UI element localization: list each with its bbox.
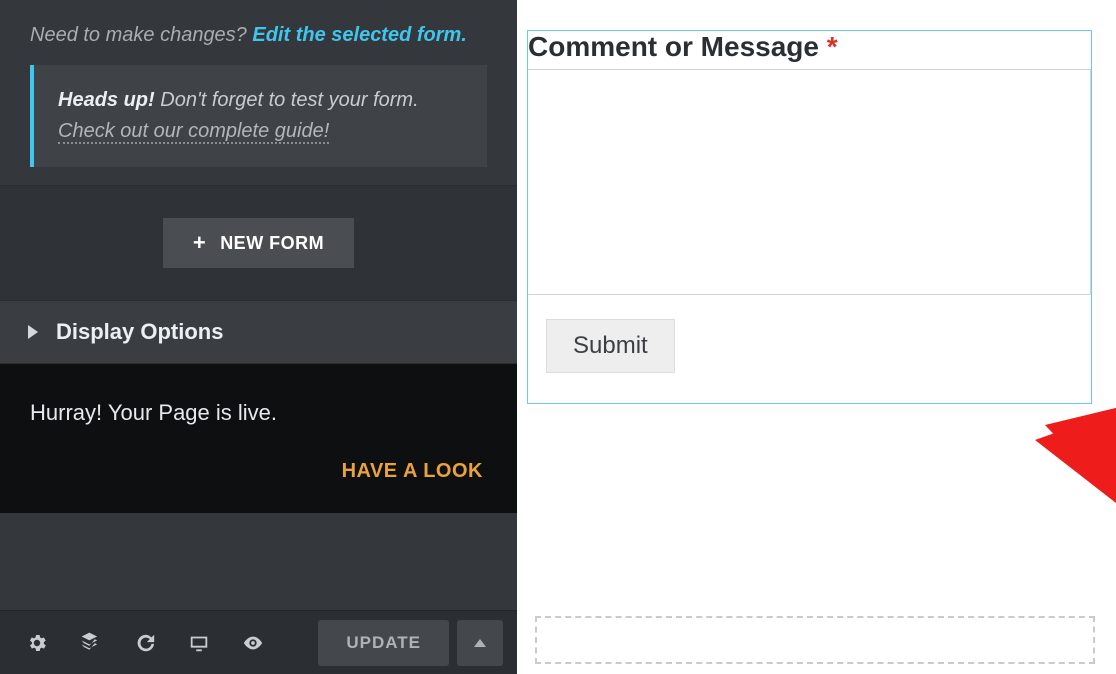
- heads-up-strong: Heads up!: [58, 89, 155, 111]
- heads-up-text: Don't forget to test your form.: [160, 89, 418, 111]
- display-options-label: Display Options: [56, 319, 223, 345]
- edit-form-link[interactable]: Edit the selected form.: [252, 24, 467, 46]
- new-form-label: NEW FORM: [220, 233, 324, 254]
- field-label-text: Comment or Message: [528, 31, 819, 62]
- display-options-toggle[interactable]: Display Options: [0, 300, 517, 364]
- update-button[interactable]: UPDATE: [318, 620, 449, 666]
- field-label: Comment or Message *: [528, 31, 1091, 69]
- have-a-look-link[interactable]: HAVE A LOOK: [30, 460, 487, 483]
- caret-right-icon: [28, 325, 38, 339]
- plus-icon: +: [193, 232, 206, 254]
- form-field-selected[interactable]: Comment or Message * Submit: [527, 30, 1092, 404]
- editor-canvas: Comment or Message * Submit: [517, 0, 1116, 674]
- eye-icon[interactable]: [230, 620, 276, 666]
- submit-button[interactable]: Submit: [546, 319, 675, 373]
- sidebar-bottom-bar: UPDATE: [0, 610, 517, 674]
- history-icon[interactable]: [122, 620, 168, 666]
- sidebar-spacer: [0, 513, 517, 610]
- new-form-section: + NEW FORM: [0, 185, 517, 300]
- widget-drop-zone[interactable]: [535, 616, 1095, 664]
- heads-up-guide-link[interactable]: Check out our complete guide!: [58, 120, 329, 144]
- page-live-text: Hurray! Your Page is live.: [30, 400, 487, 426]
- new-form-button[interactable]: + NEW FORM: [163, 218, 354, 268]
- editor-sidebar: Need to make changes? Edit the selected …: [0, 0, 517, 674]
- caret-up-icon: [474, 639, 486, 647]
- page-live-notice: Hurray! Your Page is live. HAVE A LOOK: [0, 364, 517, 513]
- changes-prompt-text: Need to make changes?: [30, 24, 247, 46]
- navigator-icon[interactable]: [68, 620, 114, 666]
- comment-textarea[interactable]: [528, 69, 1091, 295]
- responsive-icon[interactable]: [176, 620, 222, 666]
- changes-prompt-line: Need to make changes? Edit the selected …: [30, 24, 487, 47]
- required-asterisk: *: [827, 31, 838, 62]
- gear-icon[interactable]: [14, 620, 60, 666]
- update-options-toggle[interactable]: [457, 620, 503, 666]
- form-info-section: Need to make changes? Edit the selected …: [0, 0, 517, 185]
- heads-up-notice: Heads up! Don't forget to test your form…: [30, 65, 487, 167]
